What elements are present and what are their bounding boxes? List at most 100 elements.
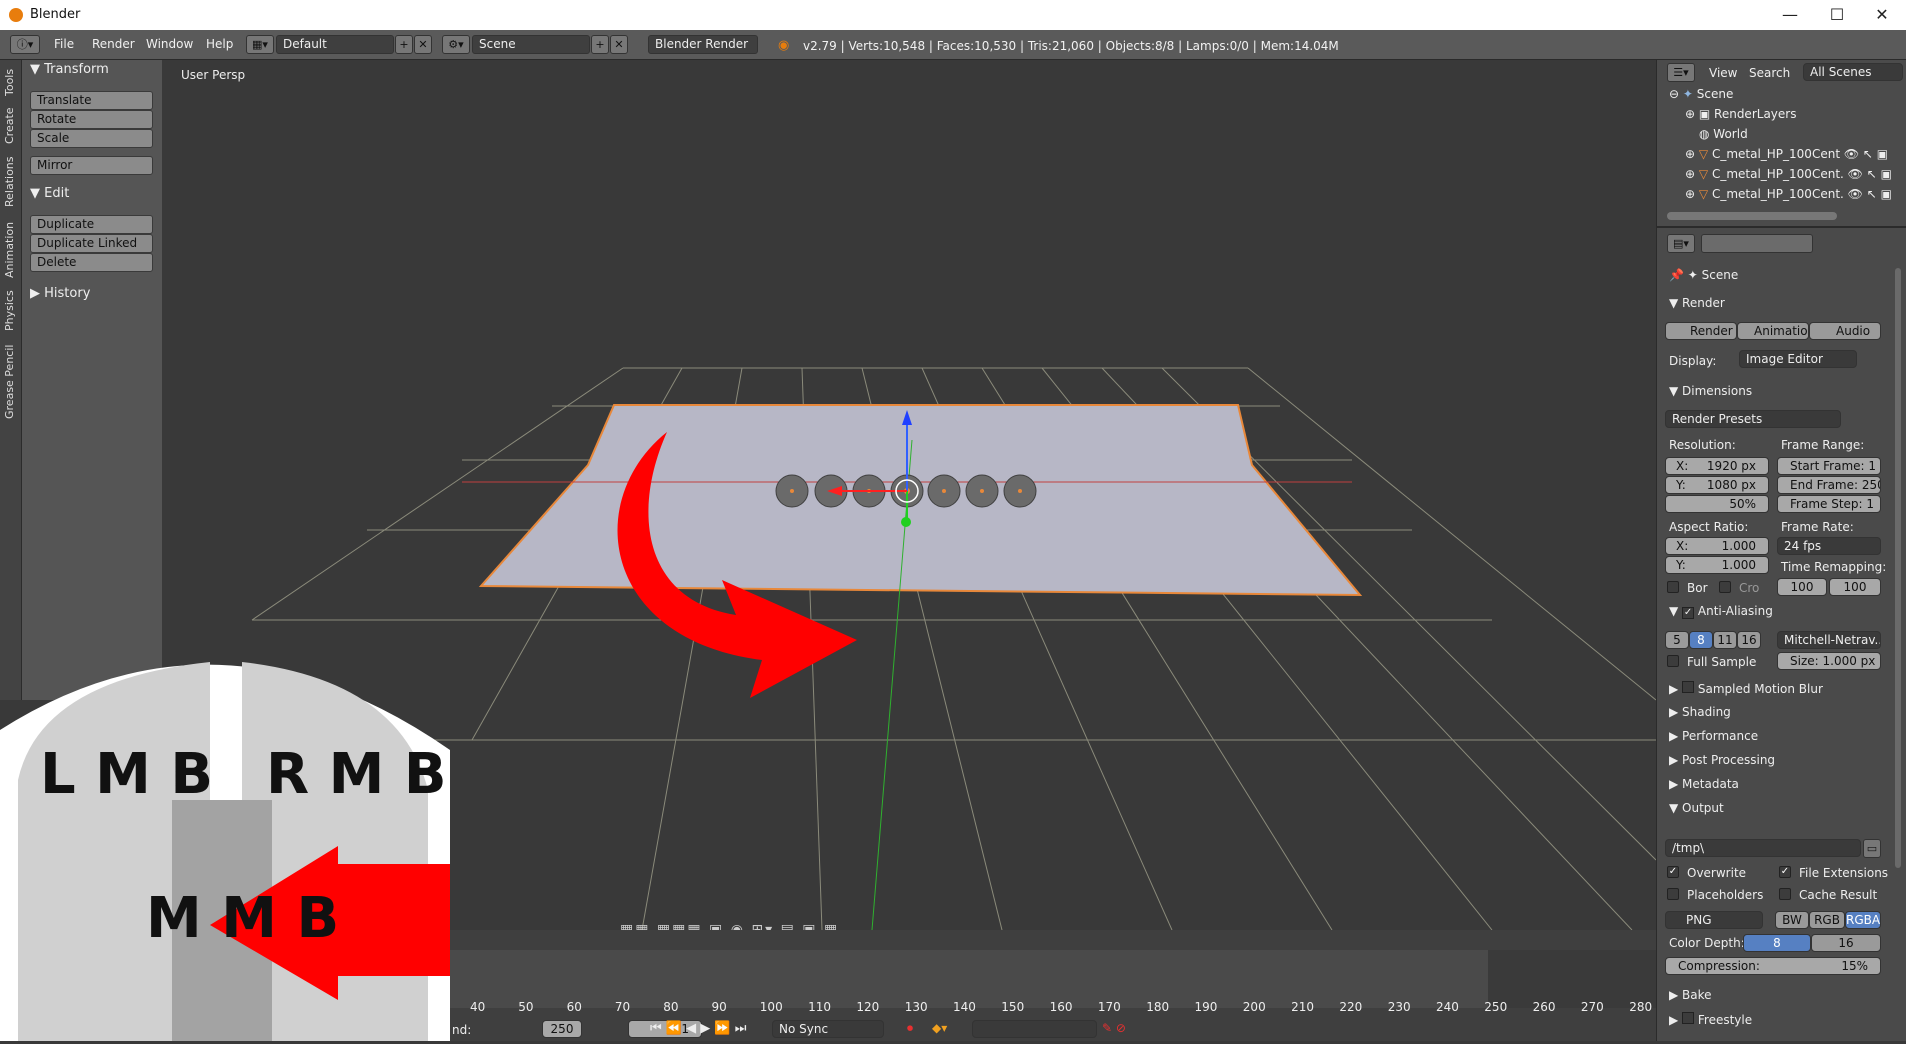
render-engine-select[interactable]: Blender Render — [648, 35, 758, 54]
time-remap-new-field[interactable]: 100 — [1829, 578, 1881, 596]
freestyle-panel-header[interactable]: ▶ Freestyle — [1669, 1012, 1752, 1027]
aa-samples-5[interactable]: 5 — [1665, 631, 1689, 649]
outliner-item-scene[interactable]: ⊖ ✦ Scene — [1669, 87, 1733, 101]
add-layout-button[interactable]: + — [395, 35, 413, 54]
display-select[interactable]: Image Editor — [1739, 350, 1857, 368]
outliner-display-select[interactable]: All Scenes — [1803, 63, 1903, 81]
maximize-button[interactable]: ☐ — [1817, 4, 1857, 26]
outliner-search-menu[interactable]: Search — [1749, 66, 1790, 80]
compression-slider[interactable]: Compression: 15% — [1665, 957, 1881, 975]
border-checkbox[interactable] — [1667, 581, 1679, 593]
render-button[interactable]: Render — [1665, 322, 1737, 340]
playback-controls[interactable]: ⏮ ⏪ ◀ ▶ ⏩ ⏭ — [650, 1021, 746, 1036]
tab-grease-pencil[interactable]: Grease Pencil — [3, 342, 19, 422]
bake-panel-header[interactable]: ▶ Bake — [1669, 988, 1712, 1002]
remove-scene-button[interactable]: ✕ — [610, 35, 628, 54]
transform-header[interactable]: ▼ Transform — [30, 62, 109, 77]
audio-button[interactable]: Audio — [1809, 322, 1881, 340]
aa-filter-select[interactable]: Mitchell-Netrav... — [1777, 631, 1881, 649]
file-extensions-checkbox[interactable]: ✓ — [1779, 866, 1791, 878]
render-panel-header[interactable]: ▼ Render — [1669, 296, 1725, 310]
duplicate-linked-button[interactable]: Duplicate Linked — [30, 234, 153, 253]
outliner-item-world[interactable]: ◍ World — [1699, 127, 1748, 141]
menu-help[interactable]: Help — [206, 37, 233, 51]
keyframe-icon[interactable]: ◆▾ — [932, 1021, 947, 1035]
full-sample-checkbox[interactable] — [1667, 655, 1679, 667]
resolution-x-field[interactable]: X: 1920 px — [1665, 457, 1769, 475]
color-depth-16-button[interactable]: 16 — [1811, 934, 1881, 952]
end-frame-field[interactable]: End Frame: 250 — [1777, 476, 1881, 494]
close-button[interactable]: ✕ — [1862, 4, 1902, 26]
layout-select[interactable]: Default — [276, 35, 394, 54]
scene-icon[interactable]: ⚙▾ — [442, 35, 470, 54]
outliner-item-mesh-2[interactable]: ⊕ ▽ C_metal_HP_100Cent. 👁 ↖ ▣ — [1685, 167, 1892, 181]
menu-window[interactable]: Window — [146, 37, 193, 51]
delete-button[interactable]: Delete — [30, 253, 153, 272]
resolution-percentage-field[interactable]: 50% — [1665, 495, 1769, 513]
remove-layout-button[interactable]: ✕ — [414, 35, 432, 54]
aa-size-field[interactable]: Size: 1.000 px — [1777, 652, 1881, 670]
tab-create[interactable]: Create — [3, 106, 19, 146]
placeholders-checkbox[interactable] — [1667, 888, 1679, 900]
performance-panel-header[interactable]: ▶ Performance — [1669, 729, 1758, 743]
output-path-field[interactable]: /tmp\ — [1665, 839, 1861, 857]
scene-select[interactable]: Scene — [472, 35, 590, 54]
properties-context-tabs[interactable] — [1701, 234, 1813, 253]
outliner-view-menu[interactable]: View — [1709, 66, 1737, 80]
aa-samples-8[interactable]: 8 — [1689, 631, 1713, 649]
outliner-editor-icon[interactable]: ☰▾ — [1667, 63, 1695, 82]
frame-step-field[interactable]: Frame Step: 1 — [1777, 495, 1881, 513]
output-panel-header[interactable]: ▼ Output — [1669, 801, 1724, 815]
tab-animation[interactable]: Animation — [3, 218, 19, 282]
outliner-item-mesh-1[interactable]: ⊕ ▽ C_metal_HP_100Cent 👁 ↖ ▣ — [1685, 147, 1888, 161]
add-scene-button[interactable]: + — [591, 35, 609, 54]
file-format-select[interactable]: PNG — [1665, 911, 1763, 929]
aa-samples-11[interactable]: 11 — [1713, 631, 1737, 649]
translate-button[interactable]: Translate — [30, 91, 153, 110]
shading-panel-header[interactable]: ▶ Shading — [1669, 705, 1731, 719]
keying-set-field[interactable] — [972, 1020, 1097, 1038]
outliner-item-mesh-3[interactable]: ⊕ ▽ C_metal_HP_100Cent. 👁 ↖ ▣ — [1685, 187, 1892, 201]
scale-button[interactable]: Scale — [30, 129, 153, 148]
outliner-item-renderlayers[interactable]: ⊕ ▣ RenderLayers — [1685, 107, 1796, 121]
record-icon[interactable]: ⏺ — [907, 1021, 913, 1036]
render-presets-select[interactable]: Render Presets — [1665, 410, 1841, 428]
outliner-scrollbar[interactable] — [1667, 212, 1837, 220]
tab-tools[interactable]: Tools — [3, 66, 19, 98]
start-frame-field[interactable]: Start Frame: 1 — [1777, 457, 1881, 475]
properties-editor-icon[interactable]: ▤▾ — [1667, 234, 1695, 253]
layout-grid-icon[interactable]: ▦▾ — [246, 35, 274, 54]
duplicate-button[interactable]: Duplicate — [30, 215, 153, 234]
dimensions-panel-header[interactable]: ▼ Dimensions — [1669, 384, 1752, 398]
color-bw-button[interactable]: BW — [1775, 911, 1809, 929]
menu-file[interactable]: File — [54, 37, 74, 51]
editor-type-icon[interactable]: ⓘ▾ — [10, 35, 40, 54]
post-processing-panel-header[interactable]: ▶ Post Processing — [1669, 753, 1775, 767]
motion-blur-panel-header[interactable]: ▶ Sampled Motion Blur — [1669, 681, 1823, 696]
resolution-y-field[interactable]: Y: 1080 px — [1665, 476, 1769, 494]
properties-scrollbar[interactable] — [1895, 268, 1901, 868]
color-rgb-button[interactable]: RGB — [1809, 911, 1845, 929]
minimize-button[interactable]: — — [1770, 4, 1810, 26]
aa-samples-16[interactable]: 16 — [1737, 631, 1761, 649]
tab-physics[interactable]: Physics — [3, 288, 19, 334]
anti-aliasing-panel-header[interactable]: ▼ ✓ Anti-Aliasing — [1669, 604, 1773, 619]
frame-rate-select[interactable]: 24 fps — [1777, 537, 1881, 555]
menu-render[interactable]: Render — [92, 37, 135, 51]
keying-set-icons[interactable]: ✎ ⊘ — [1102, 1021, 1126, 1035]
folder-browse-icon[interactable]: ▭ — [1863, 839, 1881, 858]
overwrite-checkbox[interactable]: ✓ — [1667, 866, 1679, 878]
sync-mode-select[interactable]: No Sync — [772, 1020, 884, 1038]
history-header[interactable]: ▶ History — [30, 286, 90, 301]
tab-relations[interactable]: Relations — [3, 154, 19, 210]
edit-header[interactable]: ▼ Edit — [30, 186, 69, 201]
time-remap-old-field[interactable]: 100 — [1777, 578, 1827, 596]
metadata-panel-header[interactable]: ▶ Metadata — [1669, 777, 1739, 791]
rotate-button[interactable]: Rotate — [30, 110, 153, 129]
aspect-x-field[interactable]: X: 1.000 — [1665, 537, 1769, 555]
aspect-y-field[interactable]: Y: 1.000 — [1665, 556, 1769, 574]
crop-checkbox[interactable] — [1719, 581, 1731, 593]
timeline-end-field[interactable]: 250 — [542, 1020, 582, 1038]
color-depth-8-button[interactable]: 8 — [1743, 934, 1811, 952]
mirror-button[interactable]: Mirror — [30, 156, 153, 175]
